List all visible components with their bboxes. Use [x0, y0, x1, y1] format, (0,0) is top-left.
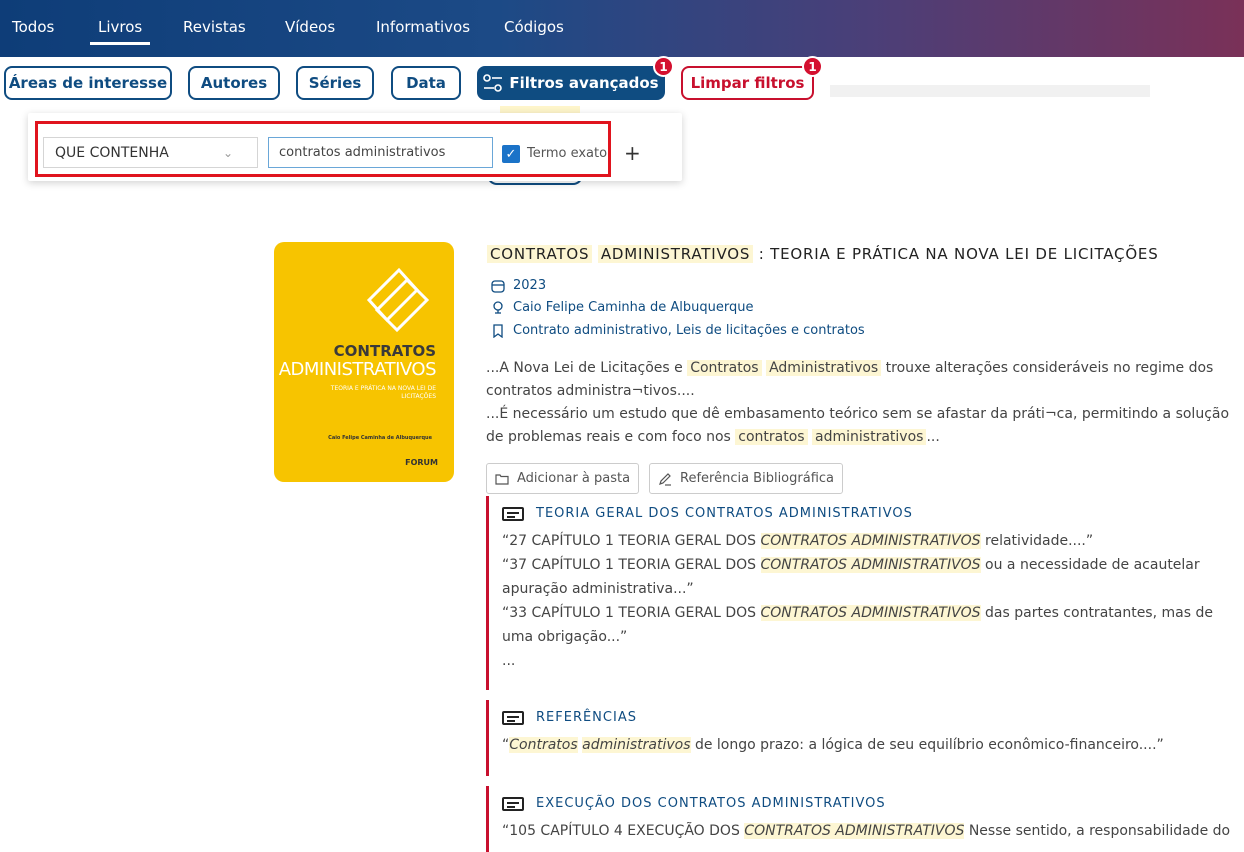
chapter-quote: “105 CAPÍTULO 4 EXECUÇÃO DOS CONTRATOS A… — [502, 819, 1238, 843]
excerpt-highlight: Administrativos — [766, 360, 882, 376]
chapter-title[interactable]: REFERÊNCIAS — [502, 710, 1238, 725]
title-highlight: ADMINISTRATIVOS — [597, 245, 754, 263]
quote-highlight: CONTRATOS ADMINISTRATIVOS — [760, 533, 981, 549]
quote-highlight: CONTRATOS ADMINISTRATIVOS — [760, 605, 981, 621]
book-title[interactable]: CONTRATOS ADMINISTRATIVOS : TEORIA E PRÁ… — [487, 245, 1159, 263]
add-to-folder-label: Adicionar à pasta — [517, 471, 631, 486]
excerpt-text: ...A Nova Lei de Licitações e — [486, 360, 688, 376]
quote-text: “37 CAPÍTULO 1 TEORIA GERAL DOS — [502, 557, 761, 573]
document-icon — [502, 710, 524, 725]
more-indicator: ... — [502, 653, 516, 669]
book-year: 2023 — [490, 278, 546, 293]
chapter-title-text: REFERÊNCIAS — [536, 710, 637, 725]
book-excerpt: ...A Nova Lei de Licitações e Contratos … — [486, 357, 1238, 449]
reference-label: Referência Bibliográfica — [680, 471, 835, 486]
quote-highlight: administrativos — [582, 737, 691, 753]
subjects-value: Contrato administrativo, Leis de licitaç… — [513, 323, 865, 338]
tab-livros[interactable]: Livros — [89, 18, 151, 45]
quote-highlight: CONTRATOS ADMINISTRATIVOS — [760, 557, 981, 573]
title-highlight: CONTRATOS — [487, 245, 593, 263]
chapter-title[interactable]: TEORIA GERAL DOS CONTRATOS ADMINISTRATIV… — [502, 506, 1238, 521]
cover-title: CONTRATOS — [333, 342, 436, 360]
excerpt-highlight: administrativos — [812, 429, 927, 445]
chapter-quote: “Contratos administrativos de longo praz… — [502, 733, 1238, 757]
advanced-filters-button[interactable]: Filtros avançados — [477, 66, 665, 100]
chapter-title-text: TEORIA GERAL DOS CONTRATOS ADMINISTRATIV… — [536, 506, 913, 521]
advanced-filters-badge: 1 — [653, 56, 674, 77]
quote-text: “27 CAPÍTULO 1 TEORIA GERAL DOS — [502, 533, 761, 549]
excerpt-text: ... — [926, 429, 940, 445]
document-icon — [502, 506, 524, 521]
cover-tagline: TEORIA E PRÁTICA NA NOVA LEI DE LICITAÇÕ… — [330, 385, 436, 400]
chapter-item: TEORIA GERAL DOS CONTRATOS ADMINISTRATIV… — [486, 496, 1238, 690]
calendar-icon — [491, 279, 505, 293]
clear-filters-button[interactable]: Limpar filtros — [681, 66, 814, 100]
sliders-icon — [483, 74, 503, 92]
series-filter-button[interactable]: Séries — [296, 66, 374, 100]
chapter-title-text: EXECUÇÃO DOS CONTRATOS ADMINISTRATIVOS — [536, 796, 886, 811]
quote-text: relatividade....” — [980, 533, 1094, 549]
folder-icon — [495, 473, 509, 485]
tab-todos[interactable]: Todos — [12, 18, 54, 36]
autores-filter-button[interactable]: Autores — [188, 66, 280, 100]
chapter-title[interactable]: EXECUÇÃO DOS CONTRATOS ADMINISTRATIVOS — [502, 796, 1238, 811]
cover-publisher: FORUM — [405, 458, 438, 467]
tab-revistas[interactable]: Revistas — [183, 18, 246, 36]
title-rest: : TEORIA E PRÁTICA NA NOVA LEI DE LICITA… — [758, 245, 1159, 263]
book-author[interactable]: Caio Felipe Caminha de Albuquerque — [490, 300, 753, 315]
book-cover[interactable]: CONTRATOS ADMINISTRATIVOS TEORIA E PRÁTI… — [274, 242, 454, 482]
quote-highlight: Contratos — [509, 737, 578, 753]
chapter-quote: “27 CAPÍTULO 1 TEORIA GERAL DOS CONTRATO… — [502, 529, 1238, 673]
excerpt-highlight: contratos — [735, 429, 808, 445]
excerpt-highlight: Contratos — [687, 360, 762, 376]
areas-filter-button[interactable]: Áreas de interesse — [4, 66, 172, 100]
reference-button[interactable]: Referência Bibliográfica — [649, 463, 844, 494]
chapter-item: EXECUÇÃO DOS CONTRATOS ADMINISTRATIVOS “… — [486, 786, 1238, 852]
quote-text: “33 CAPÍTULO 1 TEORIA GERAL DOS — [502, 605, 761, 621]
pencil-icon — [659, 472, 671, 486]
highlight-box — [35, 121, 611, 177]
add-filter-icon[interactable]: + — [624, 141, 641, 165]
chapter-item: REFERÊNCIAS “Contratos administrativos d… — [486, 700, 1238, 776]
cover-author: Caio Felipe Caminha de Albuquerque — [328, 435, 432, 441]
tab-videos[interactable]: Vídeos — [285, 18, 335, 36]
person-icon — [493, 300, 503, 314]
bookmark-icon — [493, 323, 503, 338]
cover-subtitle: ADMINISTRATIVOS — [278, 359, 437, 380]
quote-text: de longo prazo: a lógica de seu equilíbr… — [690, 737, 1164, 753]
clear-filters-badge: 1 — [802, 56, 823, 77]
tab-codigos[interactable]: Códigos — [504, 18, 564, 36]
tab-informativos[interactable]: Informativos — [376, 18, 470, 36]
year-value: 2023 — [513, 278, 547, 293]
advanced-filters-label: Filtros avançados — [509, 74, 659, 92]
quote-highlight: CONTRATOS ADMINISTRATIVOS — [744, 823, 965, 839]
book-subjects[interactable]: Contrato administrativo, Leis de licitaç… — [490, 323, 865, 338]
quote-text: “105 CAPÍTULO 4 EXECUÇÃO DOS — [502, 823, 745, 839]
hidden-content — [830, 85, 1150, 97]
author-value: Caio Felipe Caminha de Albuquerque — [513, 300, 754, 315]
top-nav: Todos Livros Revistas Vídeos Informativo… — [0, 0, 1244, 57]
book-icon — [366, 267, 430, 332]
add-to-folder-button[interactable]: Adicionar à pasta — [486, 463, 640, 494]
data-filter-button[interactable]: Data — [391, 66, 461, 100]
quote-text: Nesse sentido, a responsabilidade do — [964, 823, 1231, 839]
document-icon — [502, 796, 524, 811]
